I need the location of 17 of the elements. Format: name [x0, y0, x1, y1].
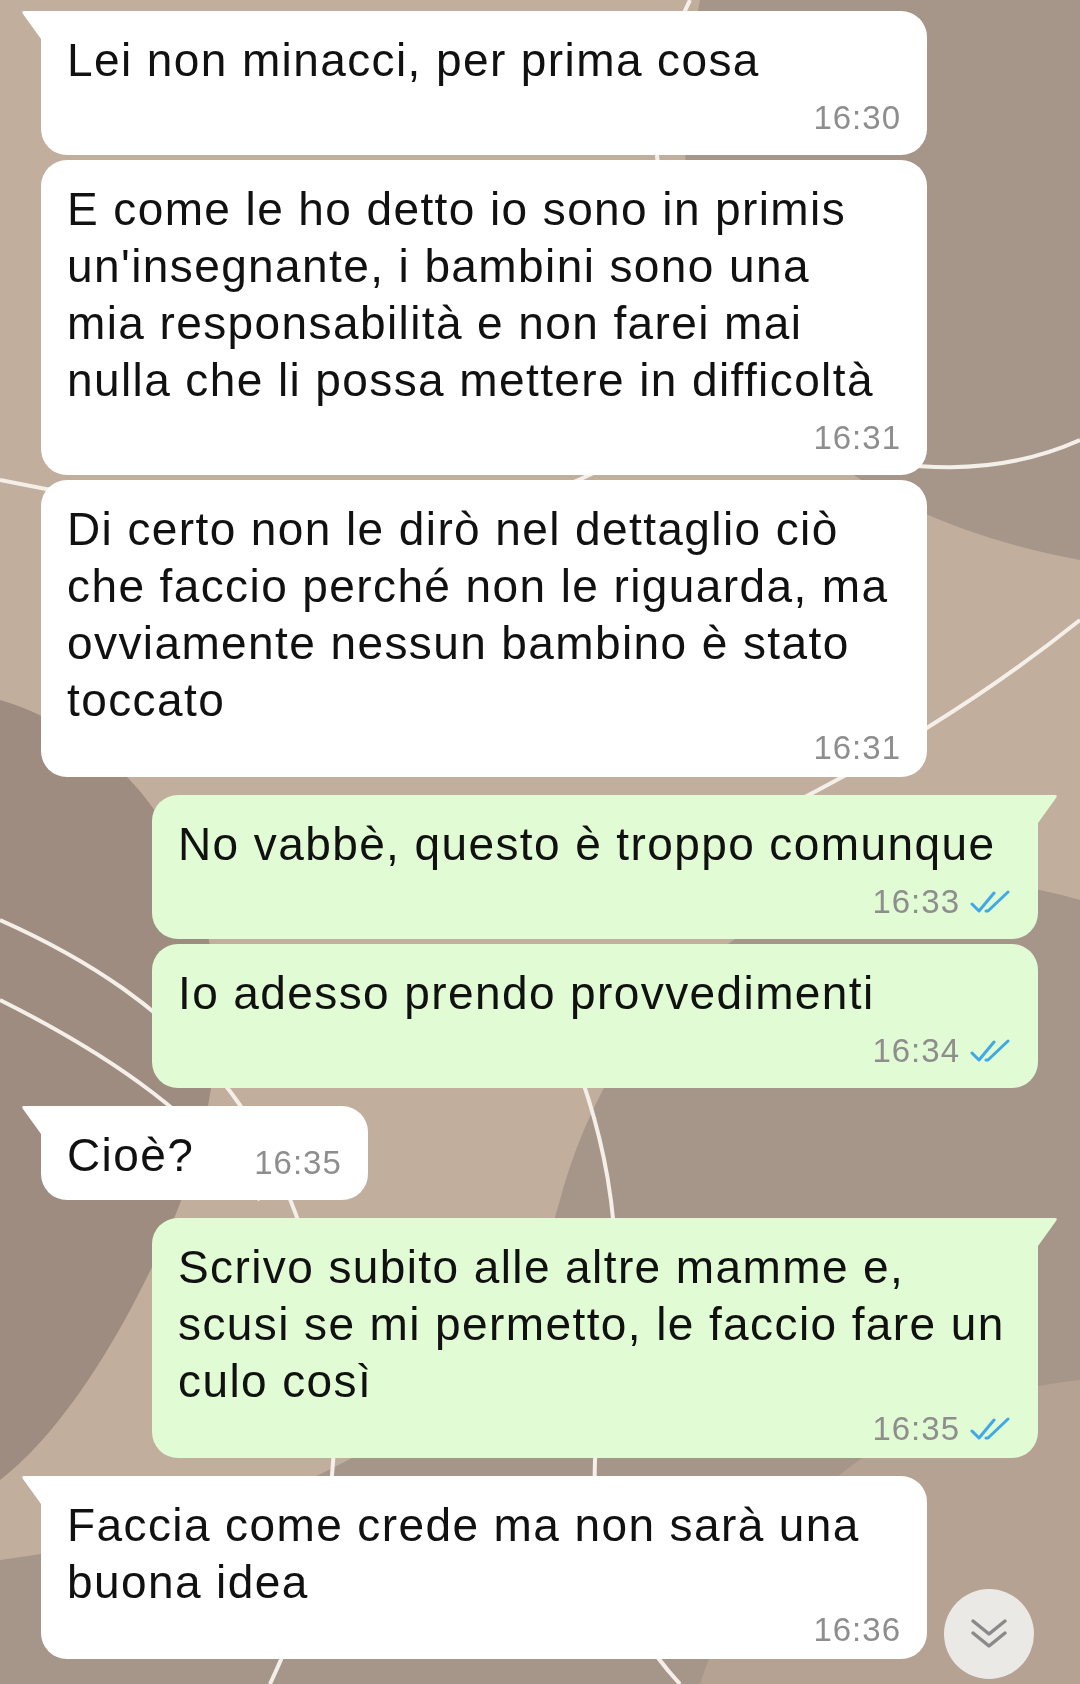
message-time: 16:35 — [872, 1410, 960, 1448]
double-chevron-down-icon — [969, 1617, 1009, 1651]
message-time: 16:33 — [872, 883, 960, 921]
message-time: 16:31 — [813, 419, 901, 457]
message-time: 16:31 — [813, 729, 901, 767]
message-text: Cioè? — [67, 1128, 195, 1183]
message-time: 16:36 — [813, 1611, 901, 1649]
message-time: 16:35 — [254, 1144, 342, 1182]
message-time: 16:34 — [872, 1032, 960, 1070]
message-text: E come le ho detto io sono in primis un'insegnante, i bambini sono una mia responsabilità e non farei mai nulla che li possa mettere in difficoltà — [67, 182, 875, 408]
message-text: Lei non minacci, per prima cosa — [67, 33, 760, 88]
message-time: 16:30 — [813, 99, 901, 137]
message-text: Scrivo subito alle altre mamme e, scusi se mi permetto, le faccio fare un culo così — [178, 1240, 1006, 1409]
message-text: Di certo non le dirò nel dettaglio ciò che faccio perché non le riguarda, ma ovviamente nessun bambino è stato toccato — [67, 502, 890, 728]
message-text: No vabbè, questo è troppo comunque — [178, 817, 996, 872]
message-text: Io adesso prendo provvedimenti — [178, 966, 875, 1021]
message-text: Faccia come crede ma non sarà una buona idea — [67, 1498, 861, 1610]
